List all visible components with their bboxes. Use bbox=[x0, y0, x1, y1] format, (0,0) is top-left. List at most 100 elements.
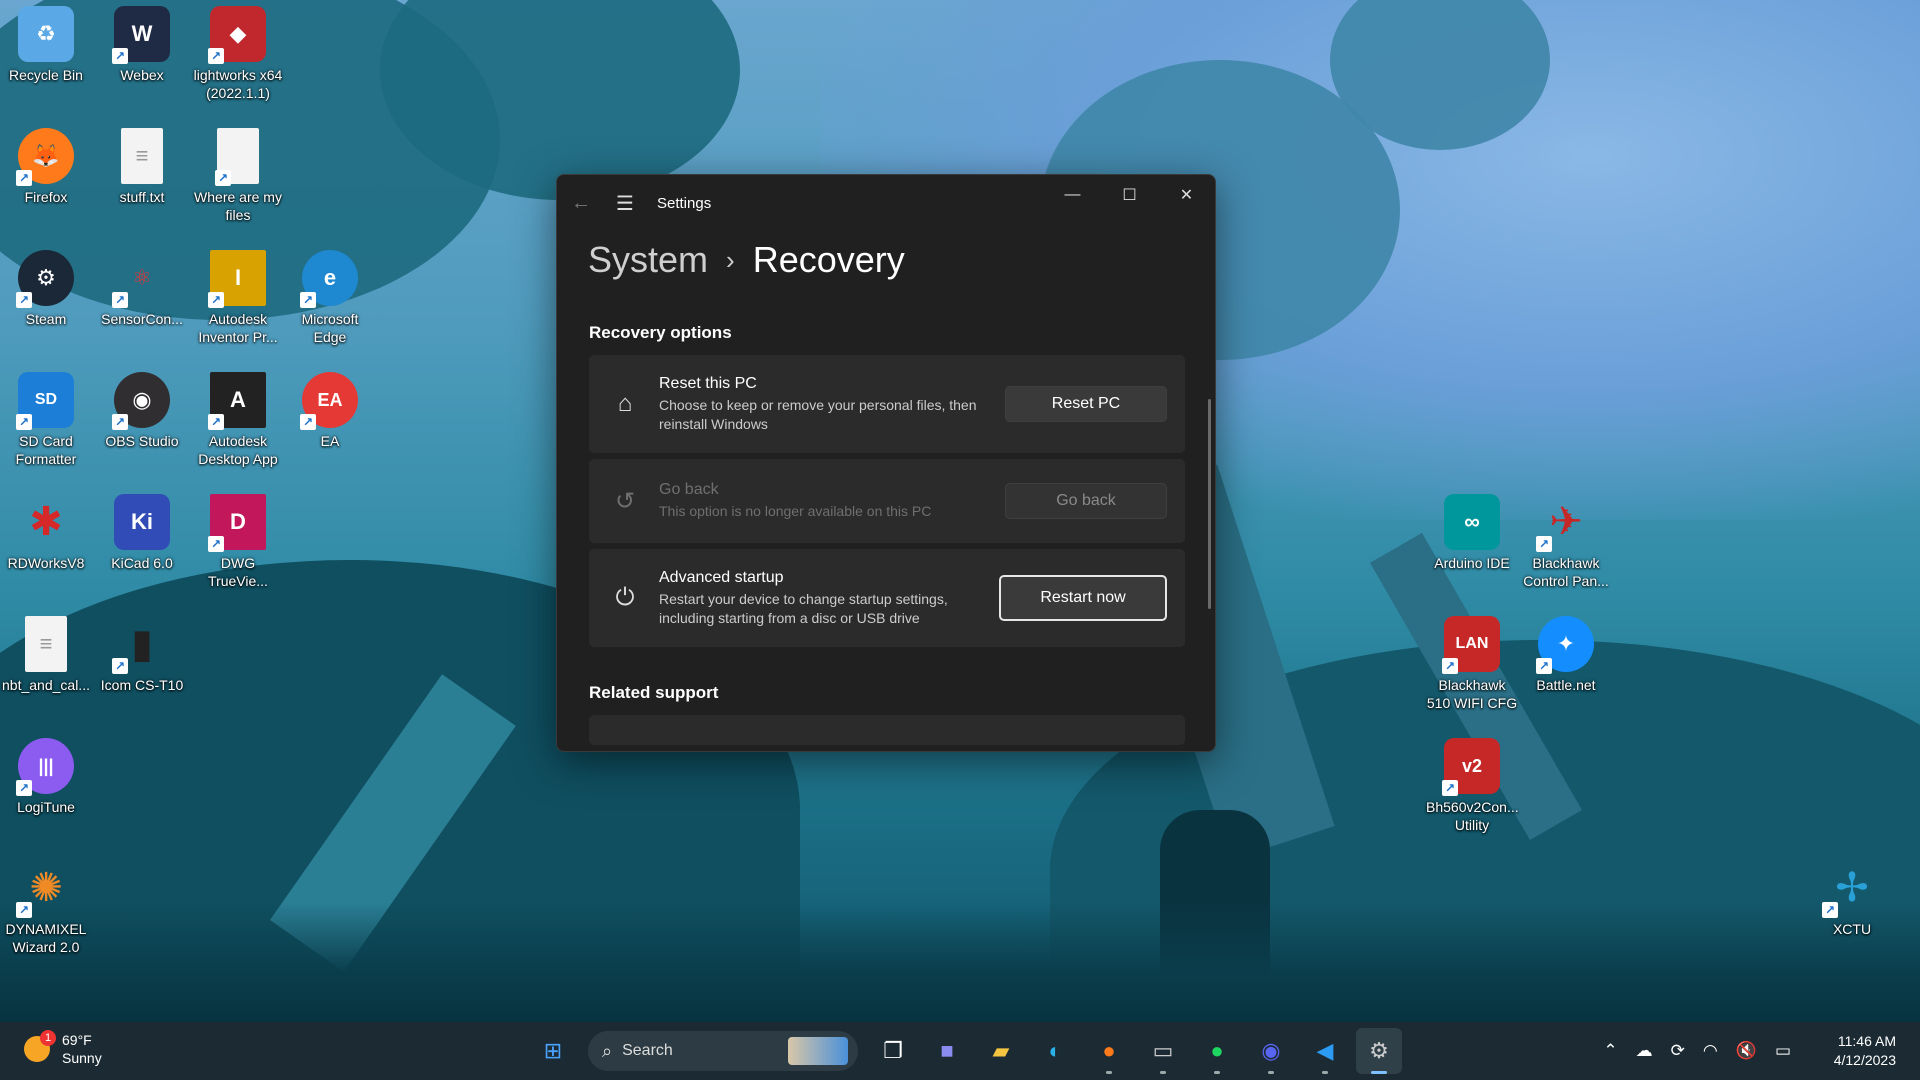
desktop-icon-webex[interactable]: W ↗ Webex bbox=[96, 0, 188, 84]
edge-taskbar-icon[interactable]: ◐ bbox=[1032, 1028, 1078, 1074]
desktop-icon-steam[interactable]: ⚙ ↗ Steam bbox=[0, 244, 92, 328]
clock[interactable]: 11:46 AM 4/12/2023 bbox=[1834, 1032, 1896, 1070]
dwg-icon: D ↗ bbox=[208, 494, 266, 552]
desktop-icon-edge[interactable]: e ↗ Microsoft Edge bbox=[284, 244, 376, 346]
scrollbar[interactable] bbox=[1208, 399, 1211, 609]
onedrive-icon[interactable]: ☁ bbox=[1636, 1041, 1653, 1061]
edge-icon: e ↗ bbox=[300, 250, 358, 308]
ea-icon: EA ↗ bbox=[300, 372, 358, 430]
teams-chat-icon[interactable]: ■ bbox=[924, 1028, 970, 1074]
back-arrow-icon[interactable]: ← bbox=[557, 192, 605, 215]
related-support-card[interactable] bbox=[589, 715, 1185, 745]
desktop-icon-where-are-my-files[interactable]: ↗ Where are my files bbox=[192, 122, 284, 224]
weather-condition: Sunny bbox=[62, 1050, 102, 1066]
desktop-icon-bh560v2[interactable]: v2 ↗ Bh560v2Con... Utility bbox=[1426, 732, 1519, 834]
restart-now-button[interactable]: Restart now bbox=[999, 575, 1167, 621]
volume-muted-icon[interactable]: 🔇 bbox=[1736, 1041, 1757, 1061]
desktop-icon-lightworks[interactable]: ◆ ↗ lightworks x64 (2022.1.1) bbox=[192, 0, 284, 102]
desktop-icon-label: Webex bbox=[120, 67, 164, 83]
text-file-icon: ≡ bbox=[25, 616, 67, 672]
settings-taskbar-icon[interactable]: ⚙ bbox=[1356, 1028, 1402, 1074]
wifi-icon[interactable]: ◠ bbox=[1703, 1041, 1718, 1061]
desktop-icon-sensorcon[interactable]: ⚛ ↗ SensorCon... bbox=[96, 244, 188, 328]
hamburger-menu-icon[interactable]: ☰ bbox=[605, 191, 645, 216]
desktop-icon-sd-card-formatter[interactable]: SD ↗ SD Card Formatter bbox=[0, 366, 92, 468]
desktop-icon-ea[interactable]: EA ↗ EA bbox=[284, 366, 376, 450]
rdworks-icon: ✱ bbox=[29, 500, 63, 544]
desktop-icon-obs-studio[interactable]: ◉ ↗ OBS Studio bbox=[96, 366, 188, 450]
section-heading-recovery-options: Recovery options bbox=[589, 323, 732, 342]
desktop-icon-autodesk-desktop-app[interactable]: A ↗ Autodesk Desktop App bbox=[192, 366, 284, 468]
system-tray: ⌃ ☁ ⟳ ◠ 🔇 ▭ bbox=[1594, 1022, 1800, 1080]
battery-icon[interactable]: ▭ bbox=[1775, 1041, 1791, 1061]
sun-icon: 1 bbox=[24, 1030, 56, 1062]
weather-widget[interactable]: 1 69°F Sunny bbox=[24, 1030, 102, 1067]
desktop-icon-blackhawk-control-panel[interactable]: ✈ ↗ Blackhawk Control Pan... bbox=[1520, 488, 1612, 590]
steam-icon: ⚙ ↗ bbox=[16, 250, 74, 308]
desktop-icon-label: Bh560v2Con... Utility bbox=[1426, 799, 1519, 833]
file-explorer-icon[interactable]: ▰ bbox=[978, 1028, 1024, 1074]
desktop-icon-stuff-txt[interactable]: ≡ stuff.txt bbox=[96, 122, 188, 206]
desktop-icon-arduino-ide[interactable]: ∞ Arduino IDE bbox=[1426, 488, 1518, 572]
reset-pc-card: ⌂ Reset this PC Choose to keep or remove… bbox=[589, 355, 1185, 453]
desktop-icon-label: Where are my files bbox=[194, 189, 282, 223]
taskbar-search[interactable]: ⌕ Search bbox=[588, 1031, 858, 1071]
history-icon: ↺ bbox=[614, 487, 636, 515]
radio-icon: ▮ ↗ bbox=[112, 616, 170, 674]
reset-pc-icon: ⌂ bbox=[617, 390, 633, 417]
desktop-icon-blackhawk-510[interactable]: LAN ↗ Blackhawk 510 WIFI CFG bbox=[1426, 610, 1518, 712]
desktop-icon-label: XCTU bbox=[1832, 921, 1872, 937]
start-button[interactable]: ⊞ bbox=[530, 1028, 576, 1074]
desktop-icon-label: KiCad 6.0 bbox=[111, 555, 173, 571]
desktop-icon-recycle-bin[interactable]: ♻ Recycle Bin bbox=[0, 0, 92, 84]
breadcrumb-system[interactable]: System bbox=[588, 239, 708, 281]
go-back-title: Go back bbox=[659, 481, 719, 498]
vscode-icon[interactable]: ◀ bbox=[1302, 1028, 1348, 1074]
desktop-icon-dwg-trueview[interactable]: D ↗ DWG TrueVie... bbox=[192, 488, 284, 590]
desktop-icon-label: nbt_and_cal... bbox=[2, 677, 90, 693]
desktop-icon-label: stuff.txt bbox=[119, 189, 165, 205]
title-bar[interactable]: ← ☰ Settings — ☐ ✕ bbox=[557, 175, 1215, 231]
desktop-icon-dynamixel[interactable]: ✺ ↗ DYNAMIXEL Wizard 2.0 bbox=[0, 854, 92, 956]
desktop-icon-firefox[interactable]: 🦊 ↗ Firefox bbox=[0, 122, 92, 206]
desktop-icon-label: Icom CS-T10 bbox=[100, 677, 184, 693]
desktop-icon-label: Autodesk Inventor Pr... bbox=[198, 311, 278, 345]
desktop-icon-rdworks[interactable]: ✱ RDWorksV8 bbox=[0, 488, 92, 572]
desktop-icon-label: Arduino IDE bbox=[1434, 555, 1510, 571]
go-back-button: Go back bbox=[1005, 483, 1167, 519]
chevron-up-icon[interactable]: ⌃ bbox=[1603, 1041, 1617, 1061]
desktop-icon-kicad[interactable]: Ki KiCad 6.0 bbox=[96, 488, 188, 572]
weather-temperature: 69°F bbox=[62, 1032, 92, 1048]
search-icon: ⌕ bbox=[602, 1040, 613, 1061]
close-button[interactable]: ✕ bbox=[1158, 175, 1215, 215]
desktop-icon-battle-net[interactable]: ✦ ↗ Battle.net bbox=[1520, 610, 1612, 694]
desktop-icon-label: EA bbox=[320, 433, 340, 449]
desktop-icon-autodesk-inventor[interactable]: I ↗ Autodesk Inventor Pr... bbox=[192, 244, 284, 346]
desktop-icon-logitune[interactable]: ||| ↗ LogiTune bbox=[0, 732, 92, 816]
maximize-button[interactable]: ☐ bbox=[1101, 175, 1158, 215]
advanced-startup-card: ⏻ Advanced startup Restart your device t… bbox=[589, 549, 1185, 647]
blackhawk-icon: ✈ ↗ bbox=[1536, 494, 1594, 552]
minimize-button[interactable]: — bbox=[1044, 175, 1101, 215]
discord-icon[interactable]: ◉ bbox=[1248, 1028, 1294, 1074]
sync-icon[interactable]: ⟳ bbox=[1671, 1041, 1685, 1061]
terminal-icon[interactable]: ▭ bbox=[1140, 1028, 1186, 1074]
desktop-icon-label: Steam bbox=[25, 311, 67, 327]
desktop-icon-label: Microsoft Edge bbox=[301, 311, 359, 345]
taskbar: 1 69°F Sunny ⊞ ⌕ Search ❐ ■ ▰ ◐ ● ▭ ● ◉ … bbox=[0, 1022, 1920, 1080]
desktop-icon-xctu[interactable]: ✢ ↗ XCTU bbox=[1806, 854, 1898, 938]
spotify-icon[interactable]: ● bbox=[1194, 1028, 1240, 1074]
logitune-icon: ||| ↗ bbox=[16, 738, 74, 796]
task-view-icon[interactable]: ❐ bbox=[870, 1028, 916, 1074]
desktop-icon-nbt-and-cal[interactable]: ≡ nbt_and_cal... bbox=[0, 610, 92, 694]
firefox-taskbar-icon[interactable]: ● bbox=[1086, 1028, 1132, 1074]
desktop-icon-label: Firefox bbox=[24, 189, 68, 205]
firefox-icon: 🦊 ↗ bbox=[16, 128, 74, 186]
autodesk-icon: A ↗ bbox=[208, 372, 266, 430]
settings-window: ← ☰ Settings — ☐ ✕ System › Recovery Rec… bbox=[556, 174, 1216, 752]
webex-icon: W ↗ bbox=[112, 6, 170, 64]
recycle-bin-icon: ♻ bbox=[18, 6, 74, 62]
reset-pc-button[interactable]: Reset PC bbox=[1005, 386, 1167, 422]
desktop-icon-icom-cs-t10[interactable]: ▮ ↗ Icom CS-T10 bbox=[96, 610, 188, 694]
page-title: Recovery bbox=[752, 239, 905, 280]
